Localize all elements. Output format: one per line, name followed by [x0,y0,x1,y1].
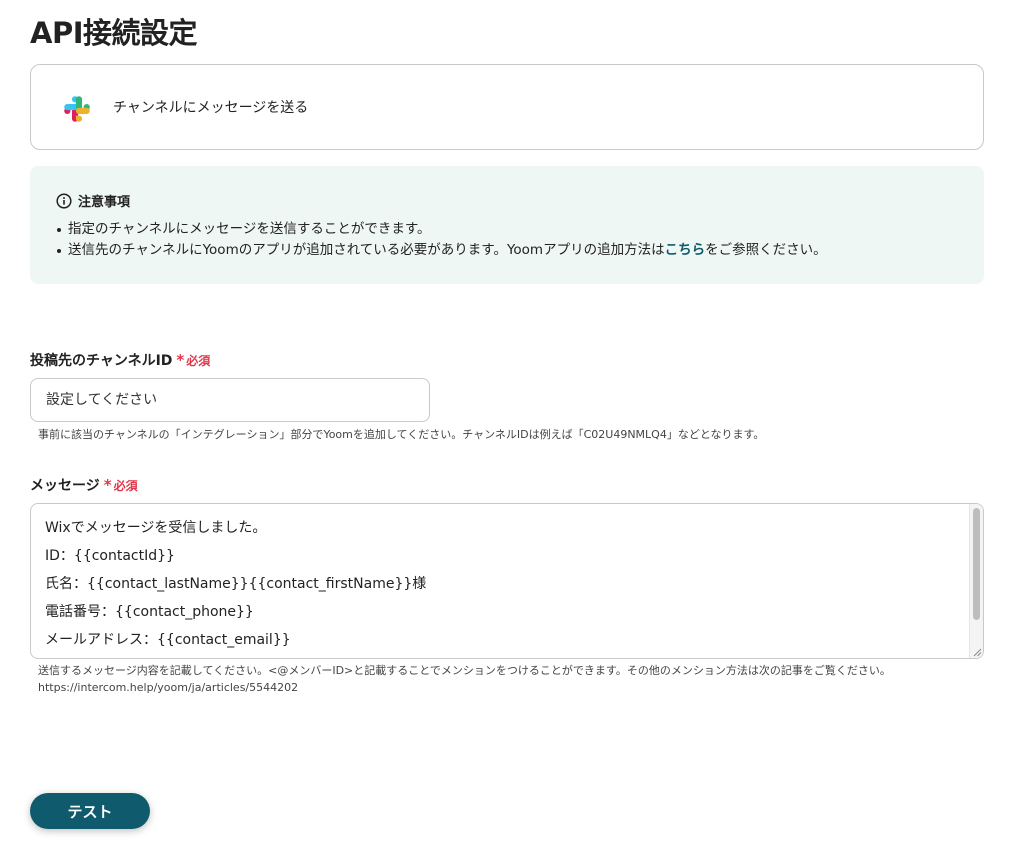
message-label-text: メッセージ [30,478,100,494]
page-title: API接続設定 [30,16,198,50]
message-content[interactable]: Wixでメッセージを受信しました。 ID：{{contactId}} 氏名：{{… [31,504,983,654]
message-help: 送信するメッセージ内容を記載してください。<@メンバーID>と記載することでメン… [38,662,891,696]
required-badge: 必須 [186,353,211,368]
message-line: 氏名：{{contact_lastName}}{{contact_firstNa… [45,576,427,592]
notice-item-text: 指定のチャンネルにメッセージを送信することができます。 [68,221,431,237]
required-asterisk: * [176,351,185,369]
scrollbar-thumb[interactable] [973,508,980,620]
yoom-app-guide-link[interactable]: こちら [665,242,706,258]
slack-icon [64,96,90,122]
message-line: Wixでメッセージを受信しました。 [45,520,267,536]
resize-handle-icon[interactable] [972,647,982,657]
message-help-text: 送信するメッセージ内容を記載してください。<@メンバーID>と記載することでメン… [38,664,891,677]
notice-item: 指定のチャンネルにメッセージを送信することができます。 [56,219,958,240]
notice-item: 送信先のチャンネルにYoomのアプリが追加されている必要があります。Yoomアプ… [56,240,958,261]
channel-id-label-text: 投稿先のチャンネルID [30,353,173,369]
required-badge: 必須 [113,478,138,493]
message-line: 電話番号：{{contact_phone}} [45,604,254,620]
notice-list: 指定のチャンネルにメッセージを送信することができます。 送信先のチャンネルにYo… [56,219,958,261]
notice-item-text: 送信先のチャンネルにYoomのアプリが追加されている必要があります。Yoomアプ… [68,242,665,258]
channel-id-help: 事前に該当のチャンネルの「インテグレーション」部分でYoomを追加してください。… [38,428,765,441]
message-line: メールアドレス：{{contact_email}} [45,632,291,648]
required-asterisk: * [103,476,112,494]
info-icon [56,192,72,209]
message-help-url: https://intercom.help/yoom/ja/articles/5… [38,681,299,694]
channel-id-input[interactable] [30,378,430,422]
message-label: メッセージ * 必須 [30,475,138,495]
action-label: チャンネルにメッセージを送る [113,100,309,116]
test-button[interactable]: テスト [30,793,150,829]
notice-heading: 注意事項 [56,191,958,210]
message-textarea[interactable]: Wixでメッセージを受信しました。 ID：{{contactId}} 氏名：{{… [30,503,984,659]
notice-heading-text: 注意事項 [78,195,131,210]
app-action-card: チャンネルにメッセージを送る [30,64,984,150]
notice-item-text-after: をご参照ください。 [705,242,827,258]
message-scrollbar[interactable] [969,504,983,658]
notice-box: 注意事項 指定のチャンネルにメッセージを送信することができます。 送信先のチャン… [30,166,984,284]
channel-id-label: 投稿先のチャンネルID * 必須 [30,350,210,370]
message-line: ID：{{contactId}} [45,548,175,564]
